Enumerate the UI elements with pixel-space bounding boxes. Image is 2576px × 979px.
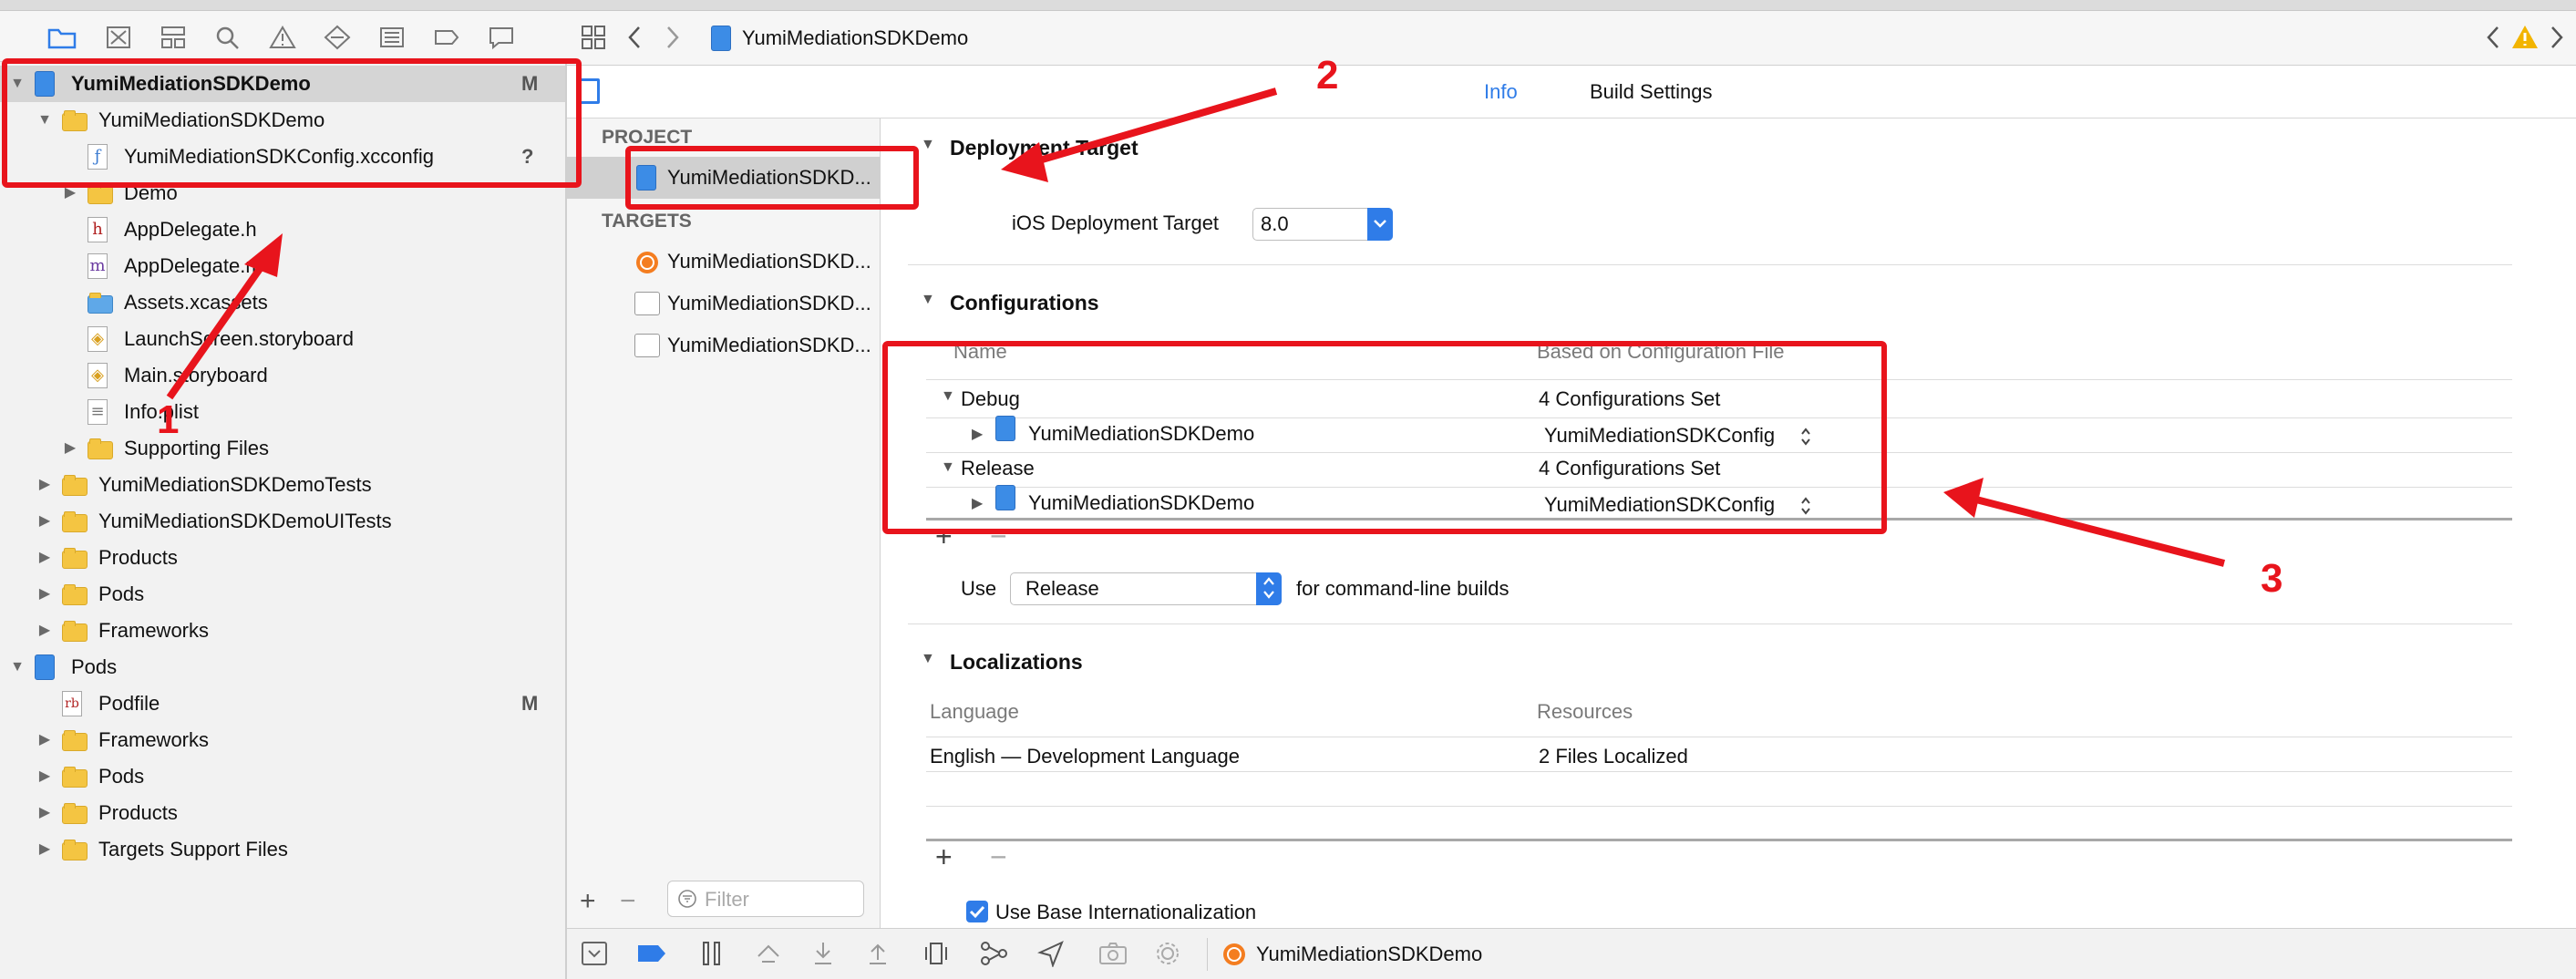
- annotation-number-1: 1: [157, 397, 180, 442]
- xcode-window: ▼ YumiMediationSDKDemo M ▼ YumiMediationSDKD…: [0, 0, 2576, 979]
- annotation-number-2: 2: [1316, 53, 1339, 98]
- annotation-arrows: [166, 88, 2225, 567]
- annotation-number-3: 3: [2261, 556, 2283, 601]
